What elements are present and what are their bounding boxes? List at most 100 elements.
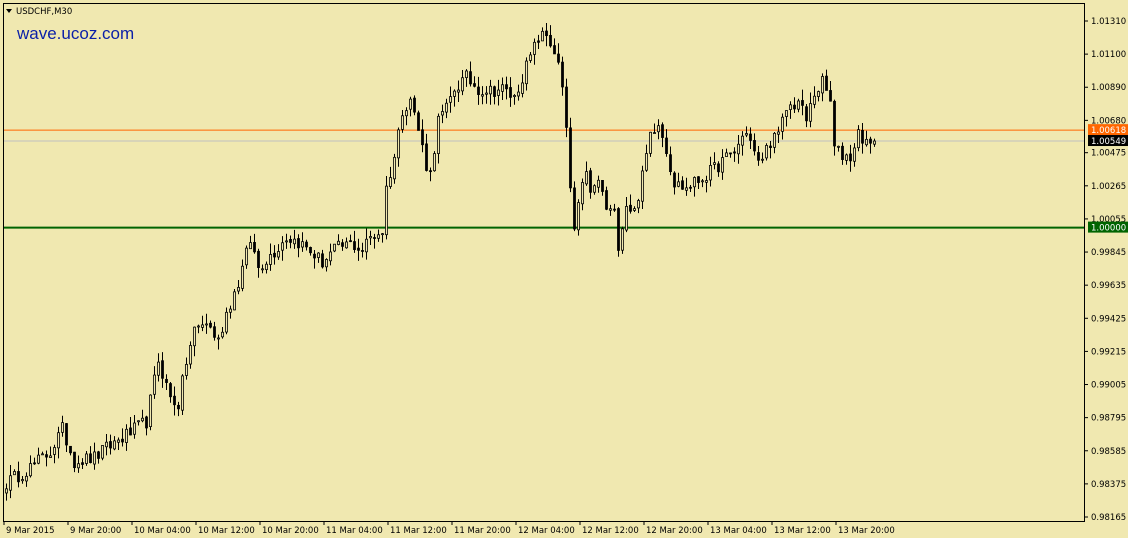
candle-body-up bbox=[21, 479, 24, 482]
candle-body-up bbox=[685, 187, 688, 191]
time-tick-label: 12 Mar 20:00 bbox=[646, 526, 703, 536]
candle-body-down bbox=[829, 90, 832, 102]
candle-body-down bbox=[353, 241, 356, 250]
candle-body-down bbox=[429, 170, 432, 173]
candle-body-up bbox=[529, 54, 532, 61]
candle-body-up bbox=[721, 157, 724, 173]
candle-body-down bbox=[357, 247, 360, 251]
candle-body-down bbox=[373, 237, 376, 239]
candle-body-up bbox=[193, 326, 196, 347]
candle-body-up bbox=[481, 94, 484, 97]
candle-body-up bbox=[453, 90, 456, 97]
candle-body-down bbox=[717, 163, 720, 173]
candle-body-down bbox=[505, 84, 508, 90]
candle-body-up bbox=[329, 251, 332, 262]
candle-body-down bbox=[289, 239, 292, 243]
candle-body-down bbox=[673, 172, 676, 188]
candle-body-down bbox=[605, 190, 608, 210]
price-tick-label: 0.98585 bbox=[1091, 447, 1126, 457]
orange-price-tag-text: 1.00618 bbox=[1091, 126, 1126, 136]
candle-body-down bbox=[45, 454, 48, 458]
candle-body-up bbox=[741, 135, 744, 146]
candle bbox=[433, 151, 436, 172]
candle bbox=[333, 243, 336, 253]
candle-body-up bbox=[317, 252, 320, 258]
candle-body-down bbox=[569, 127, 572, 189]
chart-background bbox=[0, 0, 1128, 538]
candle-body-up bbox=[229, 308, 232, 313]
candle-body-up bbox=[61, 422, 64, 433]
candle-body-up bbox=[489, 85, 492, 95]
candle bbox=[617, 207, 620, 257]
candle-body-up bbox=[249, 242, 252, 250]
candlestick-chart[interactable]: 1.013101.011001.008901.006801.004751.002… bbox=[0, 0, 1128, 538]
candle-body-up bbox=[241, 265, 244, 289]
candle-body-down bbox=[321, 253, 324, 268]
candle-body-up bbox=[265, 263, 268, 270]
candle bbox=[413, 95, 416, 116]
candle-body-up bbox=[485, 92, 488, 95]
candle-body-up bbox=[745, 133, 748, 136]
candle-body-up bbox=[105, 441, 108, 448]
price-tick-label: 1.01310 bbox=[1091, 17, 1126, 27]
time-tick-label: 10 Mar 20:00 bbox=[262, 526, 319, 536]
candle-body-up bbox=[185, 363, 188, 376]
candle-body-up bbox=[457, 89, 460, 93]
candle-body-up bbox=[541, 30, 544, 42]
candle-body-down bbox=[17, 471, 20, 483]
candle-body-down bbox=[617, 208, 620, 251]
candle-body-up bbox=[525, 60, 528, 85]
chart-window[interactable]: 1.01310 1.01100 1.00890 1.00680 1.00475 1.002… bbox=[0, 0, 1128, 538]
candle-body-down bbox=[793, 104, 796, 110]
candle-body-up bbox=[465, 70, 468, 79]
candle-body-up bbox=[821, 76, 824, 94]
candle-body-down bbox=[557, 53, 560, 63]
candle-body-down bbox=[65, 423, 68, 446]
candle-body-down bbox=[129, 427, 132, 436]
candle-body-down bbox=[537, 40, 540, 43]
time-tick-label: 13 Mar 04:00 bbox=[710, 526, 767, 536]
candle-body-down bbox=[469, 71, 472, 85]
candle-body-up bbox=[101, 445, 104, 459]
bid-price-tag-text: 1.00549 bbox=[1091, 137, 1126, 147]
candle-body-up bbox=[593, 185, 596, 193]
candle-body-up bbox=[785, 110, 788, 117]
candle-body-down bbox=[177, 404, 180, 410]
candle bbox=[577, 199, 580, 236]
candle-body-up bbox=[649, 131, 652, 154]
candle-body-down bbox=[733, 151, 736, 154]
candle-body-down bbox=[473, 83, 476, 87]
candle-body-up bbox=[377, 234, 380, 239]
price-tick-label: 0.98165 bbox=[1091, 513, 1126, 523]
candle-body-up bbox=[141, 417, 144, 422]
candle-body-up bbox=[813, 95, 816, 105]
green-price-tag: 1.00000 bbox=[1088, 221, 1128, 234]
candle-body-down bbox=[833, 100, 836, 147]
candle-body-up bbox=[93, 451, 96, 465]
candle-body-up bbox=[873, 140, 876, 145]
candle-body-up bbox=[497, 89, 500, 96]
candle-body-down bbox=[361, 250, 364, 252]
candle-body-up bbox=[677, 181, 680, 187]
candle-body-up bbox=[29, 463, 32, 477]
candle-body-down bbox=[165, 378, 168, 383]
candle-body-down bbox=[553, 45, 556, 55]
candle-body-up bbox=[197, 325, 200, 328]
candle-body-down bbox=[801, 100, 804, 106]
candle-body-up bbox=[433, 153, 436, 172]
candle-body-down bbox=[613, 208, 616, 211]
symbol-header[interactable]: USDCHF,M30 bbox=[6, 7, 72, 17]
candle-body-up bbox=[641, 170, 644, 202]
candle-body-down bbox=[145, 416, 148, 429]
candle-body-down bbox=[213, 326, 216, 338]
candle-body-up bbox=[153, 374, 156, 395]
candle-body-down bbox=[273, 252, 276, 258]
candle-body-up bbox=[385, 185, 388, 236]
candle-body-up bbox=[149, 394, 152, 427]
candle-body-down bbox=[109, 441, 112, 449]
candle-body-up bbox=[633, 208, 636, 211]
candle-body-up bbox=[389, 177, 392, 187]
green-price-tag-text: 1.00000 bbox=[1091, 224, 1126, 234]
candle-body-down bbox=[849, 153, 852, 162]
time-tick-label: 12 Mar 12:00 bbox=[582, 526, 639, 536]
